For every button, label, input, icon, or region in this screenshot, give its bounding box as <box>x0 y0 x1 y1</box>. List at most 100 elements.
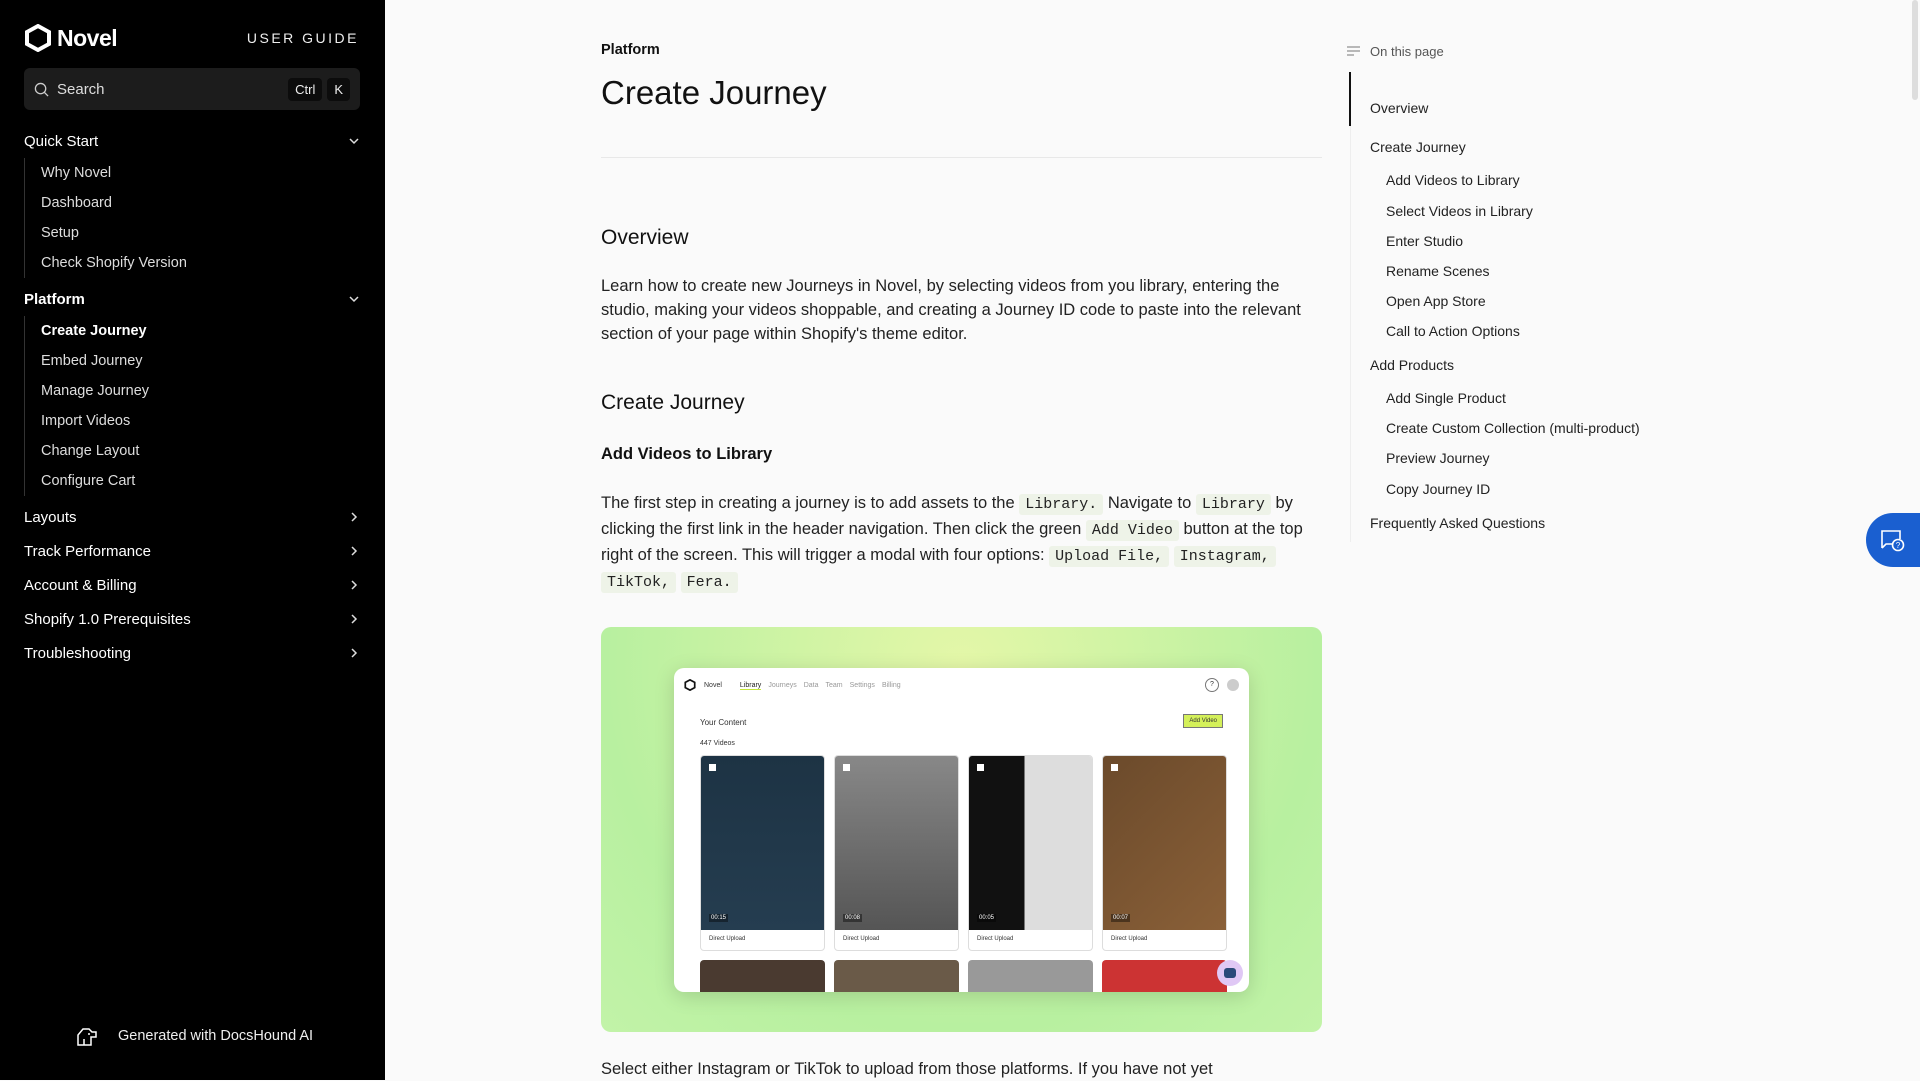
search-icon <box>34 82 49 97</box>
section-label: Quick Start <box>24 132 99 150</box>
chevron-right-icon <box>351 546 358 556</box>
sidebar-item[interactable]: Dashboard <box>41 188 360 218</box>
section-label: Track Performance <box>24 542 151 560</box>
help-icon: ? <box>1205 678 1219 692</box>
sidebar-item[interactable]: Embed Journey <box>41 346 360 376</box>
checkbox-icon <box>843 764 850 771</box>
toc-item[interactable]: Select Videos in Library <box>1386 203 1533 219</box>
sidebar-section-6[interactable]: Troubleshooting <box>24 636 360 670</box>
toc-item[interactable]: Copy Journey ID <box>1386 481 1490 497</box>
code-fera: Fera. <box>680 572 738 593</box>
mock-video-card: 00:08 Direct Upload <box>834 755 959 951</box>
sidebar-item[interactable]: Change Layout <box>41 436 360 466</box>
chevron-right-icon <box>351 580 358 590</box>
toc-item[interactable]: Add Videos to Library <box>1386 172 1520 188</box>
sidebar-section-4[interactable]: Account & Billing <box>24 568 360 602</box>
mock-tabs: Library Journeys Data Team Settings Billing <box>739 681 908 690</box>
section-label: Shopify 1.0 Prerequisites <box>24 610 191 628</box>
footer-text: Generated with DocsHound AI <box>118 1028 314 1044</box>
sidebar: Novel USER GUIDE Search Ctrl K Quick Sta… <box>0 0 385 1080</box>
kbd-ctrl: Ctrl <box>288 77 323 101</box>
sidebar-nav: Quick Start Why Novel Dashboard Setup Check … <box>24 124 360 670</box>
chat-help-icon: ? <box>1881 530 1905 552</box>
brand-name: Novel <box>57 24 118 51</box>
chevron-right-icon <box>351 614 358 624</box>
last-paragraph: Select either Instagram or TikTok to upl… <box>601 1060 1213 1078</box>
code-upload-file: Upload File, <box>1049 546 1170 567</box>
toc-item[interactable]: Preview Journey <box>1386 450 1490 466</box>
breadcrumb[interactable]: Platform <box>601 42 660 58</box>
heading-add-videos: Add Videos to Library <box>601 445 773 463</box>
mock-video-card: 00:15 Direct Upload <box>700 755 825 951</box>
chevron-down-icon <box>349 296 359 303</box>
section-label: Troubleshooting <box>24 644 132 662</box>
toc-item[interactable]: Add Products <box>1370 357 1454 373</box>
list-icon <box>1347 46 1360 56</box>
page-title: Create Journey <box>601 74 827 111</box>
svg-text:?: ? <box>1896 541 1901 550</box>
search-button[interactable]: Search Ctrl K <box>24 68 360 110</box>
avatar <box>1227 679 1239 691</box>
scrollbar[interactable] <box>1912 0 1918 100</box>
source-label: Direct Upload <box>843 936 880 942</box>
duration: 00:08 <box>843 914 863 922</box>
duration: 00:05 <box>977 914 997 922</box>
toc-item[interactable]: Call to Action Options <box>1386 323 1520 339</box>
text: Navigate to <box>1103 494 1196 512</box>
sidebar-subitems: Why Novel Dashboard Setup Check Shopify Ver… <box>24 158 360 278</box>
code-instagram: Instagram, <box>1173 546 1276 567</box>
sidebar-item[interactable]: Setup <box>41 218 360 248</box>
novel-hexagon-icon <box>25 24 51 52</box>
add-videos-paragraph: The first step in creating a journey is … <box>601 491 1322 595</box>
sidebar-section-0[interactable]: Quick Start <box>24 124 360 158</box>
toc-item[interactable]: Create Journey <box>1370 139 1466 155</box>
sidebar-section-3[interactable]: Track Performance <box>24 534 360 568</box>
duration: 00:15 <box>709 914 729 922</box>
mock-video-card: 00:07 Direct Upload <box>1102 755 1227 951</box>
sidebar-item[interactable]: Check Shopify Version <box>41 248 360 278</box>
code-tiktok: TikTok, <box>601 572 677 593</box>
sidebar-section-1[interactable]: Platform <box>24 282 360 316</box>
chevron-right-icon <box>351 512 358 522</box>
mock-video-count: 447 Videos <box>700 740 735 747</box>
checkbox-icon <box>1111 764 1118 771</box>
section-label: Account & Billing <box>24 576 137 594</box>
section-label: Layouts <box>24 508 77 526</box>
sidebar-item[interactable]: Manage Journey <box>41 376 360 406</box>
overview-paragraph: Learn how to create new Journeys in Nove… <box>601 277 1301 343</box>
toc-item[interactable]: Open App Store <box>1386 293 1486 309</box>
user-guide-label: USER GUIDE <box>246 30 359 46</box>
brand-logo[interactable]: Novel <box>24 24 118 52</box>
code-add-video: Add Video <box>1085 520 1179 541</box>
novel-hexagon-icon <box>684 679 696 691</box>
code-library: Library <box>1195 494 1271 515</box>
sidebar-item[interactable]: Why Novel <box>41 158 360 188</box>
heading-overview: Overview <box>601 226 689 249</box>
sidebar-item[interactable]: Configure Cart <box>41 466 360 496</box>
sidebar-item[interactable]: Create Journey <box>41 316 360 346</box>
heading-create-journey: Create Journey <box>601 391 745 414</box>
sidebar-section-5[interactable]: Shopify 1.0 Prerequisites <box>24 602 360 636</box>
sidebar-section-2[interactable]: Layouts <box>24 500 360 534</box>
toc-item[interactable]: Add Single Product <box>1386 390 1506 406</box>
help-chat-button[interactable]: ? <box>1866 513 1920 567</box>
toc-item[interactable]: Rename Scenes <box>1386 263 1490 279</box>
toc-item[interactable]: Enter Studio <box>1386 233 1463 249</box>
toc-item[interactable]: Overview <box>1370 100 1428 116</box>
toc-heading: On this page <box>1347 44 1444 59</box>
dog-icon <box>77 1028 97 1046</box>
checkbox-icon <box>977 764 984 771</box>
docshound-footer[interactable]: Generated with DocsHound AI <box>76 1026 313 1046</box>
toc-item[interactable]: Create Custom Collection (multi-product) <box>1386 420 1640 436</box>
mock-tab: Journeys <box>768 681 797 689</box>
mock-tab: Settings <box>849 681 875 689</box>
sidebar-item[interactable]: Import Videos <box>41 406 360 436</box>
toc-track <box>1350 72 1351 542</box>
toc-item[interactable]: Frequently Asked Questions <box>1370 515 1545 531</box>
chevron-down-icon <box>349 138 359 145</box>
divider <box>601 157 1322 158</box>
source-label: Direct Upload <box>977 936 1014 942</box>
search-label: Search <box>57 80 105 98</box>
mock-tab: Team <box>825 681 843 689</box>
toc-heading-label: On this page <box>1370 44 1444 59</box>
